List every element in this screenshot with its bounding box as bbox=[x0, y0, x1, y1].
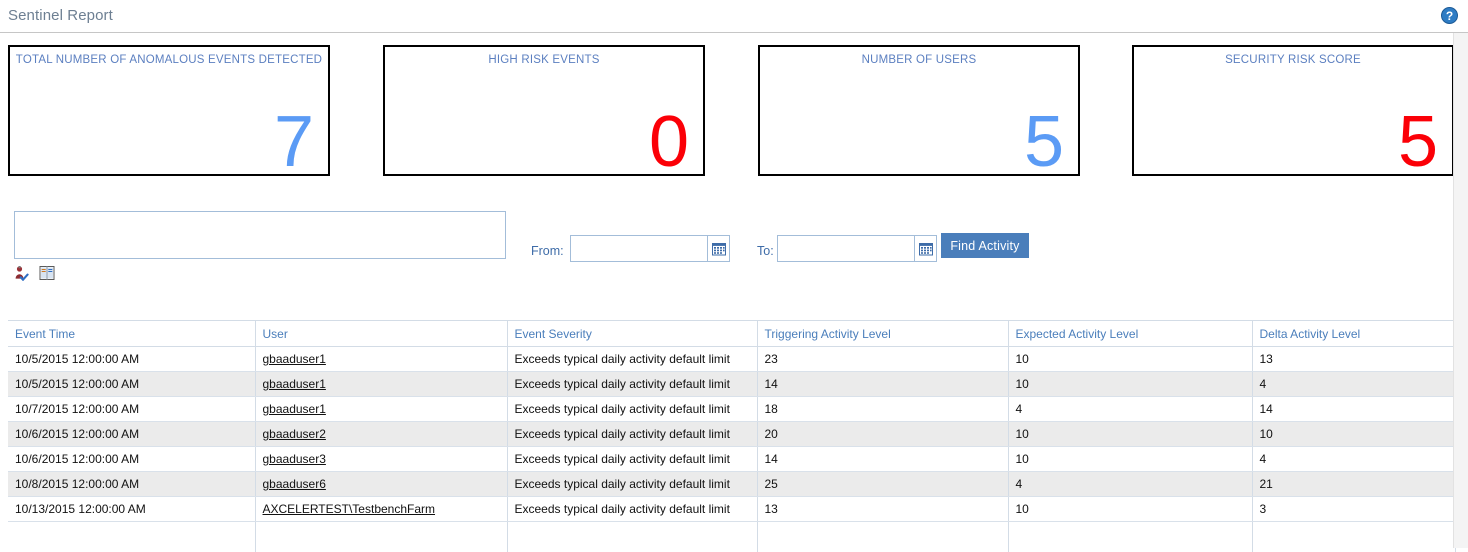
cell-user: gbaaduser1 bbox=[255, 397, 507, 422]
person-check-icon[interactable] bbox=[14, 265, 30, 286]
column-header-user[interactable]: User bbox=[255, 321, 507, 347]
cell-user: AXCELERTEST\TestbenchFarm bbox=[255, 497, 507, 522]
column-header-delta-activity-level[interactable]: Delta Activity Level bbox=[1252, 321, 1455, 347]
page-title: Sentinel Report bbox=[8, 7, 113, 24]
table-empty-row bbox=[8, 522, 1455, 552]
cell-event-severity: Exceeds typical daily activity default l… bbox=[507, 472, 757, 497]
activity-results-table: Event Time User Event Severity Triggerin… bbox=[8, 320, 1456, 552]
find-activity-button[interactable]: Find Activity bbox=[941, 233, 1029, 258]
cell-triggering-activity-level: 23 bbox=[757, 347, 1008, 372]
cell-user: gbaaduser1 bbox=[255, 372, 507, 397]
cell-event-severity: Exceeds typical daily activity default l… bbox=[507, 497, 757, 522]
cell-delta-activity-level: 21 bbox=[1252, 472, 1455, 497]
from-date-input[interactable] bbox=[571, 236, 707, 261]
to-date-input[interactable] bbox=[778, 236, 914, 261]
kpi-card-total-anomalous-events: TOTAL NUMBER OF ANOMALOUS EVENTS DETECTE… bbox=[8, 45, 330, 176]
calendar-icon[interactable] bbox=[914, 236, 936, 261]
user-link[interactable]: gbaaduser6 bbox=[263, 477, 326, 491]
user-link[interactable]: gbaaduser1 bbox=[263, 377, 326, 391]
from-label: From: bbox=[531, 244, 564, 258]
cell-user: gbaaduser2 bbox=[255, 422, 507, 447]
cell-event-severity: Exceeds typical daily activity default l… bbox=[507, 347, 757, 372]
page-header: Sentinel Report ? bbox=[0, 0, 1468, 33]
kpi-card-row: TOTAL NUMBER OF ANOMALOUS EVENTS DETECTE… bbox=[0, 45, 1468, 178]
cell-delta-activity-level: 4 bbox=[1252, 447, 1455, 472]
to-date-field[interactable] bbox=[777, 235, 937, 262]
table-body: 10/5/2015 12:00:00 AM gbaaduser1 Exceeds… bbox=[8, 347, 1455, 552]
column-header-expected-activity-level[interactable]: Expected Activity Level bbox=[1008, 321, 1252, 347]
cell-event-severity: Exceeds typical daily activity default l… bbox=[507, 447, 757, 472]
cell-delta-activity-level: 10 bbox=[1252, 422, 1455, 447]
cell-delta-activity-level: 4 bbox=[1252, 372, 1455, 397]
cell-expected-activity-level: 10 bbox=[1008, 497, 1252, 522]
table-row: 10/5/2015 12:00:00 AM gbaaduser1 Exceeds… bbox=[8, 372, 1455, 397]
cell-expected-activity-level: 4 bbox=[1008, 472, 1252, 497]
kpi-value: 7 bbox=[274, 106, 314, 176]
kpi-value: 5 bbox=[1024, 106, 1064, 176]
cell-event-severity: Exceeds typical daily activity default l… bbox=[507, 397, 757, 422]
cell-triggering-activity-level: 14 bbox=[757, 372, 1008, 397]
cell-event-time: 10/6/2015 12:00:00 AM bbox=[8, 447, 255, 472]
kpi-card-number-of-users: NUMBER OF USERS 5 bbox=[758, 45, 1080, 176]
cell-delta-activity-level: 13 bbox=[1252, 347, 1455, 372]
table-row: 10/8/2015 12:00:00 AM gbaaduser6 Exceeds… bbox=[8, 472, 1455, 497]
cell-event-time: 10/13/2015 12:00:00 AM bbox=[8, 497, 255, 522]
kpi-value: 0 bbox=[649, 106, 689, 176]
cell-event-time: 10/7/2015 12:00:00 AM bbox=[8, 397, 255, 422]
kpi-card-high-risk-events: HIGH RISK EVENTS 0 bbox=[383, 45, 705, 176]
cell-event-time: 10/6/2015 12:00:00 AM bbox=[8, 422, 255, 447]
cell-expected-activity-level: 10 bbox=[1008, 372, 1252, 397]
cell-triggering-activity-level: 13 bbox=[757, 497, 1008, 522]
cell-event-time: 10/5/2015 12:00:00 AM bbox=[8, 372, 255, 397]
kpi-value: 5 bbox=[1398, 106, 1438, 176]
kpi-title: TOTAL NUMBER OF ANOMALOUS EVENTS DETECTE… bbox=[10, 54, 328, 66]
table-row: 10/7/2015 12:00:00 AM gbaaduser1 Exceeds… bbox=[8, 397, 1455, 422]
cell-expected-activity-level: 10 bbox=[1008, 447, 1252, 472]
user-link[interactable]: gbaaduser3 bbox=[263, 452, 326, 466]
user-link[interactable]: gbaaduser1 bbox=[263, 402, 326, 416]
cell-event-time: 10/5/2015 12:00:00 AM bbox=[8, 347, 255, 372]
table-row: 10/6/2015 12:00:00 AM gbaaduser2 Exceeds… bbox=[8, 422, 1455, 447]
help-circle-icon[interactable]: ? bbox=[1441, 7, 1458, 24]
filter-bar: From: To: bbox=[0, 205, 1468, 295]
table-row: 10/5/2015 12:00:00 AM gbaaduser1 Exceeds… bbox=[8, 347, 1455, 372]
table-header-row: Event Time User Event Severity Triggerin… bbox=[8, 321, 1455, 347]
cell-event-time: 10/8/2015 12:00:00 AM bbox=[8, 472, 255, 497]
table-row: 10/13/2015 12:00:00 AM AXCELERTEST\Testb… bbox=[8, 497, 1455, 522]
user-link[interactable]: gbaaduser1 bbox=[263, 352, 326, 366]
cell-event-severity: Exceeds typical daily activity default l… bbox=[507, 372, 757, 397]
cell-triggering-activity-level: 20 bbox=[757, 422, 1008, 447]
kpi-title: SECURITY RISK SCORE bbox=[1134, 54, 1452, 66]
user-link[interactable]: AXCELERTEST\TestbenchFarm bbox=[263, 502, 436, 516]
cell-expected-activity-level: 10 bbox=[1008, 347, 1252, 372]
cell-user: gbaaduser6 bbox=[255, 472, 507, 497]
to-label: To: bbox=[757, 244, 774, 258]
vertical-scrollbar[interactable] bbox=[1453, 33, 1468, 548]
user-picker-input[interactable] bbox=[14, 211, 506, 259]
cell-triggering-activity-level: 18 bbox=[757, 397, 1008, 422]
cell-expected-activity-level: 10 bbox=[1008, 422, 1252, 447]
cell-user: gbaaduser1 bbox=[255, 347, 507, 372]
cell-user: gbaaduser3 bbox=[255, 447, 507, 472]
people-picker-tools bbox=[14, 265, 55, 286]
cell-delta-activity-level: 3 bbox=[1252, 497, 1455, 522]
cell-expected-activity-level: 4 bbox=[1008, 397, 1252, 422]
kpi-title: HIGH RISK EVENTS bbox=[385, 54, 703, 66]
cell-triggering-activity-level: 14 bbox=[757, 447, 1008, 472]
cell-triggering-activity-level: 25 bbox=[757, 472, 1008, 497]
column-header-event-time[interactable]: Event Time bbox=[8, 321, 255, 347]
user-link[interactable]: gbaaduser2 bbox=[263, 427, 326, 441]
column-header-triggering-activity-level[interactable]: Triggering Activity Level bbox=[757, 321, 1008, 347]
calendar-icon[interactable] bbox=[707, 236, 729, 261]
from-date-field[interactable] bbox=[570, 235, 730, 262]
cell-delta-activity-level: 14 bbox=[1252, 397, 1455, 422]
kpi-title: NUMBER OF USERS bbox=[760, 54, 1078, 66]
column-header-event-severity[interactable]: Event Severity bbox=[507, 321, 757, 347]
kpi-card-security-risk-score: SECURITY RISK SCORE 5 bbox=[1132, 45, 1454, 176]
address-book-icon[interactable] bbox=[39, 265, 55, 286]
table-row: 10/6/2015 12:00:00 AM gbaaduser3 Exceeds… bbox=[8, 447, 1455, 472]
cell-event-severity: Exceeds typical daily activity default l… bbox=[507, 422, 757, 447]
